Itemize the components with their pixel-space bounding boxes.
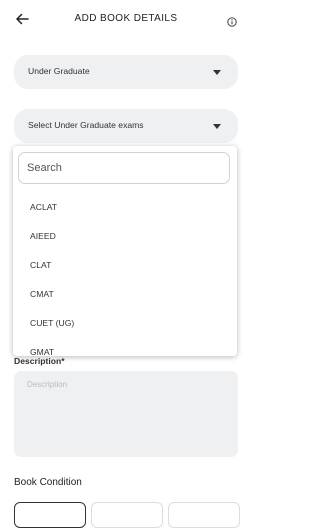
dropdown-option-cuet-ug[interactable]: CUET (UG) [30,318,74,328]
level-select[interactable]: Under Graduate [14,55,238,89]
dropdown-option-gmat[interactable]: GMAT [30,347,54,356]
search-input[interactable]: Search [18,152,230,184]
info-icon [227,17,237,27]
exam-select[interactable]: Select Under Graduate exams [14,109,238,143]
page-title: ADD BOOK DETAILS [74,13,178,24]
book-condition-option-1[interactable] [14,502,86,528]
exam-dropdown-menu: Search ACLAT AIEED CLAT CMAT CUET (UG) G… [13,146,237,356]
dropdown-option-aieed[interactable]: AIEED [30,231,56,241]
caret-down-icon [213,124,221,129]
book-condition-option-2[interactable] [91,502,163,528]
search-placeholder: Search [27,162,62,174]
book-condition-label: Book Condition [14,477,82,488]
dropdown-option-cmat[interactable]: CMAT [30,289,54,299]
dropdown-option-clat[interactable]: CLAT [30,260,51,270]
exam-select-value: Select Under Graduate exams [28,120,144,130]
caret-down-icon [213,70,221,75]
level-select-value: Under Graduate [28,66,90,76]
description-textarea[interactable]: Description [14,371,238,457]
description-placeholder: Description [27,380,68,389]
book-condition-option-3[interactable] [168,502,240,528]
info-button[interactable] [227,14,237,27]
dropdown-option-aclat[interactable]: ACLAT [30,202,57,212]
description-label: Description* [14,356,65,366]
